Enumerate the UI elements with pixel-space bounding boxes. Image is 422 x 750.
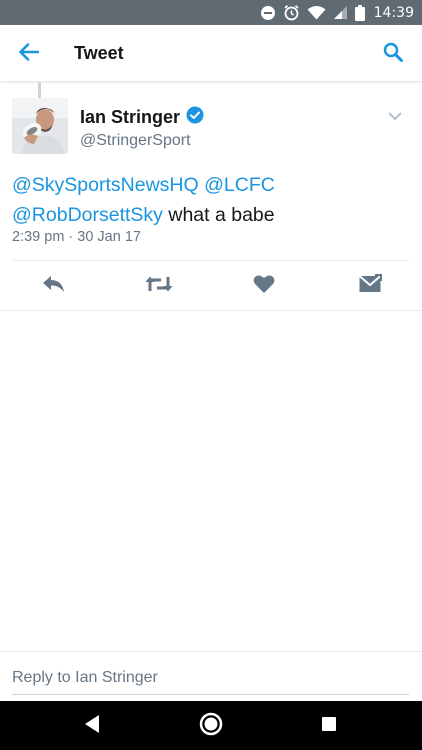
retweet-icon [145,275,173,298]
retweet-button[interactable] [144,272,174,300]
status-bar: 14:39 [0,0,422,25]
tweet-options-button[interactable] [388,108,402,126]
do-not-disturb-icon [260,5,276,21]
app-bar: Tweet [0,25,422,82]
author-name[interactable]: Ian Stringer [80,107,180,128]
arrow-left-icon [19,42,40,66]
tweet-text: @SkySportsNewsHQ @LCFC @RobDorsettSky wh… [12,170,412,230]
cell-signal-icon [333,5,348,20]
mention-link[interactable]: @LCFC [204,174,275,196]
mention-link[interactable]: @RobDorsettSky [12,204,163,226]
like-button[interactable] [249,272,279,300]
recents-square-icon [320,715,338,738]
direct-message-button[interactable] [355,272,385,300]
divider [0,310,422,311]
like-icon [253,274,275,299]
tweet-timestamp: 2:39 pm · 30 Jan 17 [12,229,141,245]
direct-message-icon [358,273,382,299]
tweet-body: what a babe [168,204,275,226]
search-button[interactable] [378,39,408,69]
battery-icon [354,4,365,21]
back-button[interactable] [14,39,44,69]
system-nav-bar [0,701,422,750]
wifi-icon [307,5,326,20]
page-title: Tweet [74,43,124,63]
author-row: Ian Stringer [80,106,204,129]
search-icon [383,42,403,67]
tweet-actions [0,264,422,308]
nav-recents-button[interactable] [316,713,342,739]
divider [12,260,409,261]
reply-input[interactable] [12,661,409,695]
nav-back-button[interactable] [79,713,105,739]
home-circle-icon [199,712,223,741]
verified-badge-icon [186,106,204,129]
reply-icon [41,274,65,299]
status-icons: 14:39 [260,0,414,25]
status-time: 14:39 [373,4,414,21]
nav-home-button[interactable] [198,712,224,741]
author-handle[interactable]: @StringerSport [80,132,191,150]
conversation-thread-line [38,82,41,98]
avatar[interactable] [12,98,68,154]
mention-link[interactable]: @SkySportsNewsHQ [12,174,199,196]
reply-bar [0,651,422,701]
chevron-down-icon [388,108,402,125]
reply-button[interactable] [38,272,68,300]
alarm-icon [283,4,300,21]
back-triangle-icon [83,714,101,739]
